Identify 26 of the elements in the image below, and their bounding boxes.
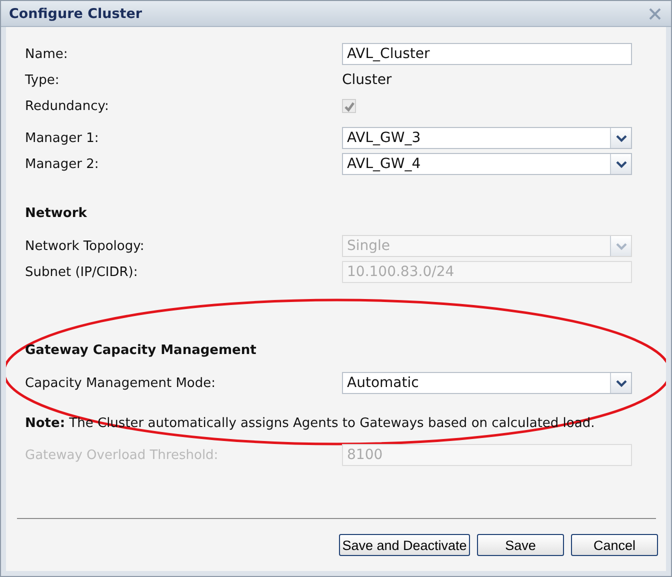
field-label: Subnet (IP/CIDR): bbox=[25, 264, 139, 280]
field-label: Redundancy: bbox=[25, 98, 110, 114]
chevron-down-icon bbox=[616, 134, 626, 142]
checkmark-icon bbox=[344, 100, 354, 112]
window-title: Configure Cluster bbox=[9, 6, 142, 22]
field-label: Gateway Overload Threshold: bbox=[25, 448, 220, 462]
field-label: Name: bbox=[25, 46, 69, 62]
close-icon[interactable] bbox=[649, 8, 661, 20]
section-heading: Network bbox=[25, 204, 88, 222]
dialog-button[interactable]: Cancel bbox=[571, 534, 658, 556]
dropdown[interactable]: Automatic bbox=[342, 372, 632, 394]
dropdown[interactable]: AVL_GW_4 bbox=[342, 153, 632, 175]
chevron-down-icon bbox=[616, 242, 626, 250]
dialog-button[interactable]: Save bbox=[477, 534, 564, 556]
type-value: Cluster bbox=[342, 72, 392, 88]
section-heading: Gateway Capacity Management bbox=[25, 342, 258, 360]
chevron-down-icon bbox=[616, 380, 626, 386]
text-field[interactable]: AVL_Cluster bbox=[342, 43, 632, 65]
dropdown[interactable]: AVL_GW_3 bbox=[342, 127, 632, 149]
field-label: Capacity Management Mode: bbox=[25, 376, 217, 390]
dialog-button[interactable]: Save and Deactivate bbox=[339, 534, 470, 556]
chevron-down-icon bbox=[616, 160, 626, 168]
field-label: Manager 1: bbox=[25, 130, 100, 146]
field-label: Manager 2: bbox=[25, 156, 100, 172]
field-label: Type: bbox=[25, 72, 60, 88]
field-label: Network Topology: bbox=[25, 238, 146, 254]
